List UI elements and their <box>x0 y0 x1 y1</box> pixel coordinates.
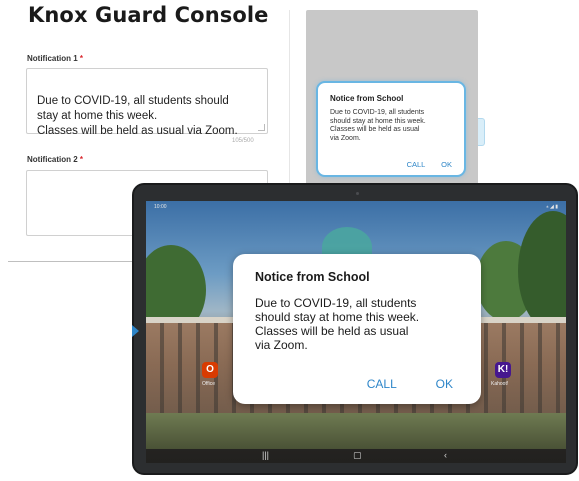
panel-divider <box>289 10 290 195</box>
status-time: 10:00 <box>154 204 167 210</box>
preview-dialog-title: Notice from School <box>330 94 404 103</box>
notification-1-input[interactable]: Due to COVID-19, all students should sta… <box>26 68 268 137</box>
preview-side-tab[interactable] <box>478 118 485 146</box>
notice-dialog-title: Notice from School <box>255 270 370 284</box>
status-icons: ⁎ ◢ ▮ <box>546 204 558 210</box>
preview-call-button[interactable]: CALL <box>407 160 425 169</box>
notification-1-text: Due to COVID-19, all students should sta… <box>37 95 238 137</box>
ok-button[interactable]: OK <box>436 377 453 391</box>
tree-decoration <box>518 211 566 331</box>
notice-dialog-actions: CALL OK <box>331 377 453 391</box>
lawn <box>146 413 566 449</box>
section-divider <box>8 261 148 262</box>
arrow-right-icon <box>132 325 139 337</box>
preview-dialog-actions: CALL OK <box>393 160 452 169</box>
call-button[interactable]: CALL <box>367 377 397 391</box>
required-mark: * <box>79 54 84 63</box>
kahoot-app-label: Kahoot! <box>491 381 509 387</box>
kahoot-app-icon[interactable]: K! <box>495 362 511 378</box>
device-preview: Notice from School Due to COVID-19, all … <box>306 10 485 200</box>
preview-dialog: Notice from School Due to COVID-19, all … <box>316 81 466 177</box>
home-icon[interactable]: ▢ <box>353 450 362 461</box>
tablet-device: 10:00 ⁎ ◢ ▮ O Office K! Kahoot! • • Noti… <box>132 183 578 475</box>
navigation-bar: ||| ▢ ‹ <box>146 449 566 463</box>
camera-icon <box>356 192 359 195</box>
console-title: Knox Guard Console <box>28 3 269 27</box>
back-icon[interactable]: ‹ <box>444 450 447 460</box>
office-app-label: Office <box>202 381 215 387</box>
office-app-icon[interactable]: O <box>202 362 218 378</box>
tablet-screen: 10:00 ⁎ ◢ ▮ O Office K! Kahoot! • • Noti… <box>146 201 566 463</box>
required-mark: * <box>79 155 84 164</box>
notification-1-label: Notification 1 * <box>27 54 84 63</box>
notice-dialog: Notice from School Due to COVID-19, all … <box>233 254 481 404</box>
preview-dialog-body: Due to COVID-19, all students should sta… <box>330 109 426 142</box>
recents-icon[interactable]: ||| <box>262 450 269 460</box>
notification-2-label: Notification 2 * <box>27 155 84 164</box>
notice-dialog-body: Due to COVID-19, all students should sta… <box>255 296 420 352</box>
resize-grip-icon[interactable] <box>258 124 265 131</box>
character-counter: 105/500 <box>232 138 254 144</box>
preview-ok-button[interactable]: OK <box>441 160 452 169</box>
